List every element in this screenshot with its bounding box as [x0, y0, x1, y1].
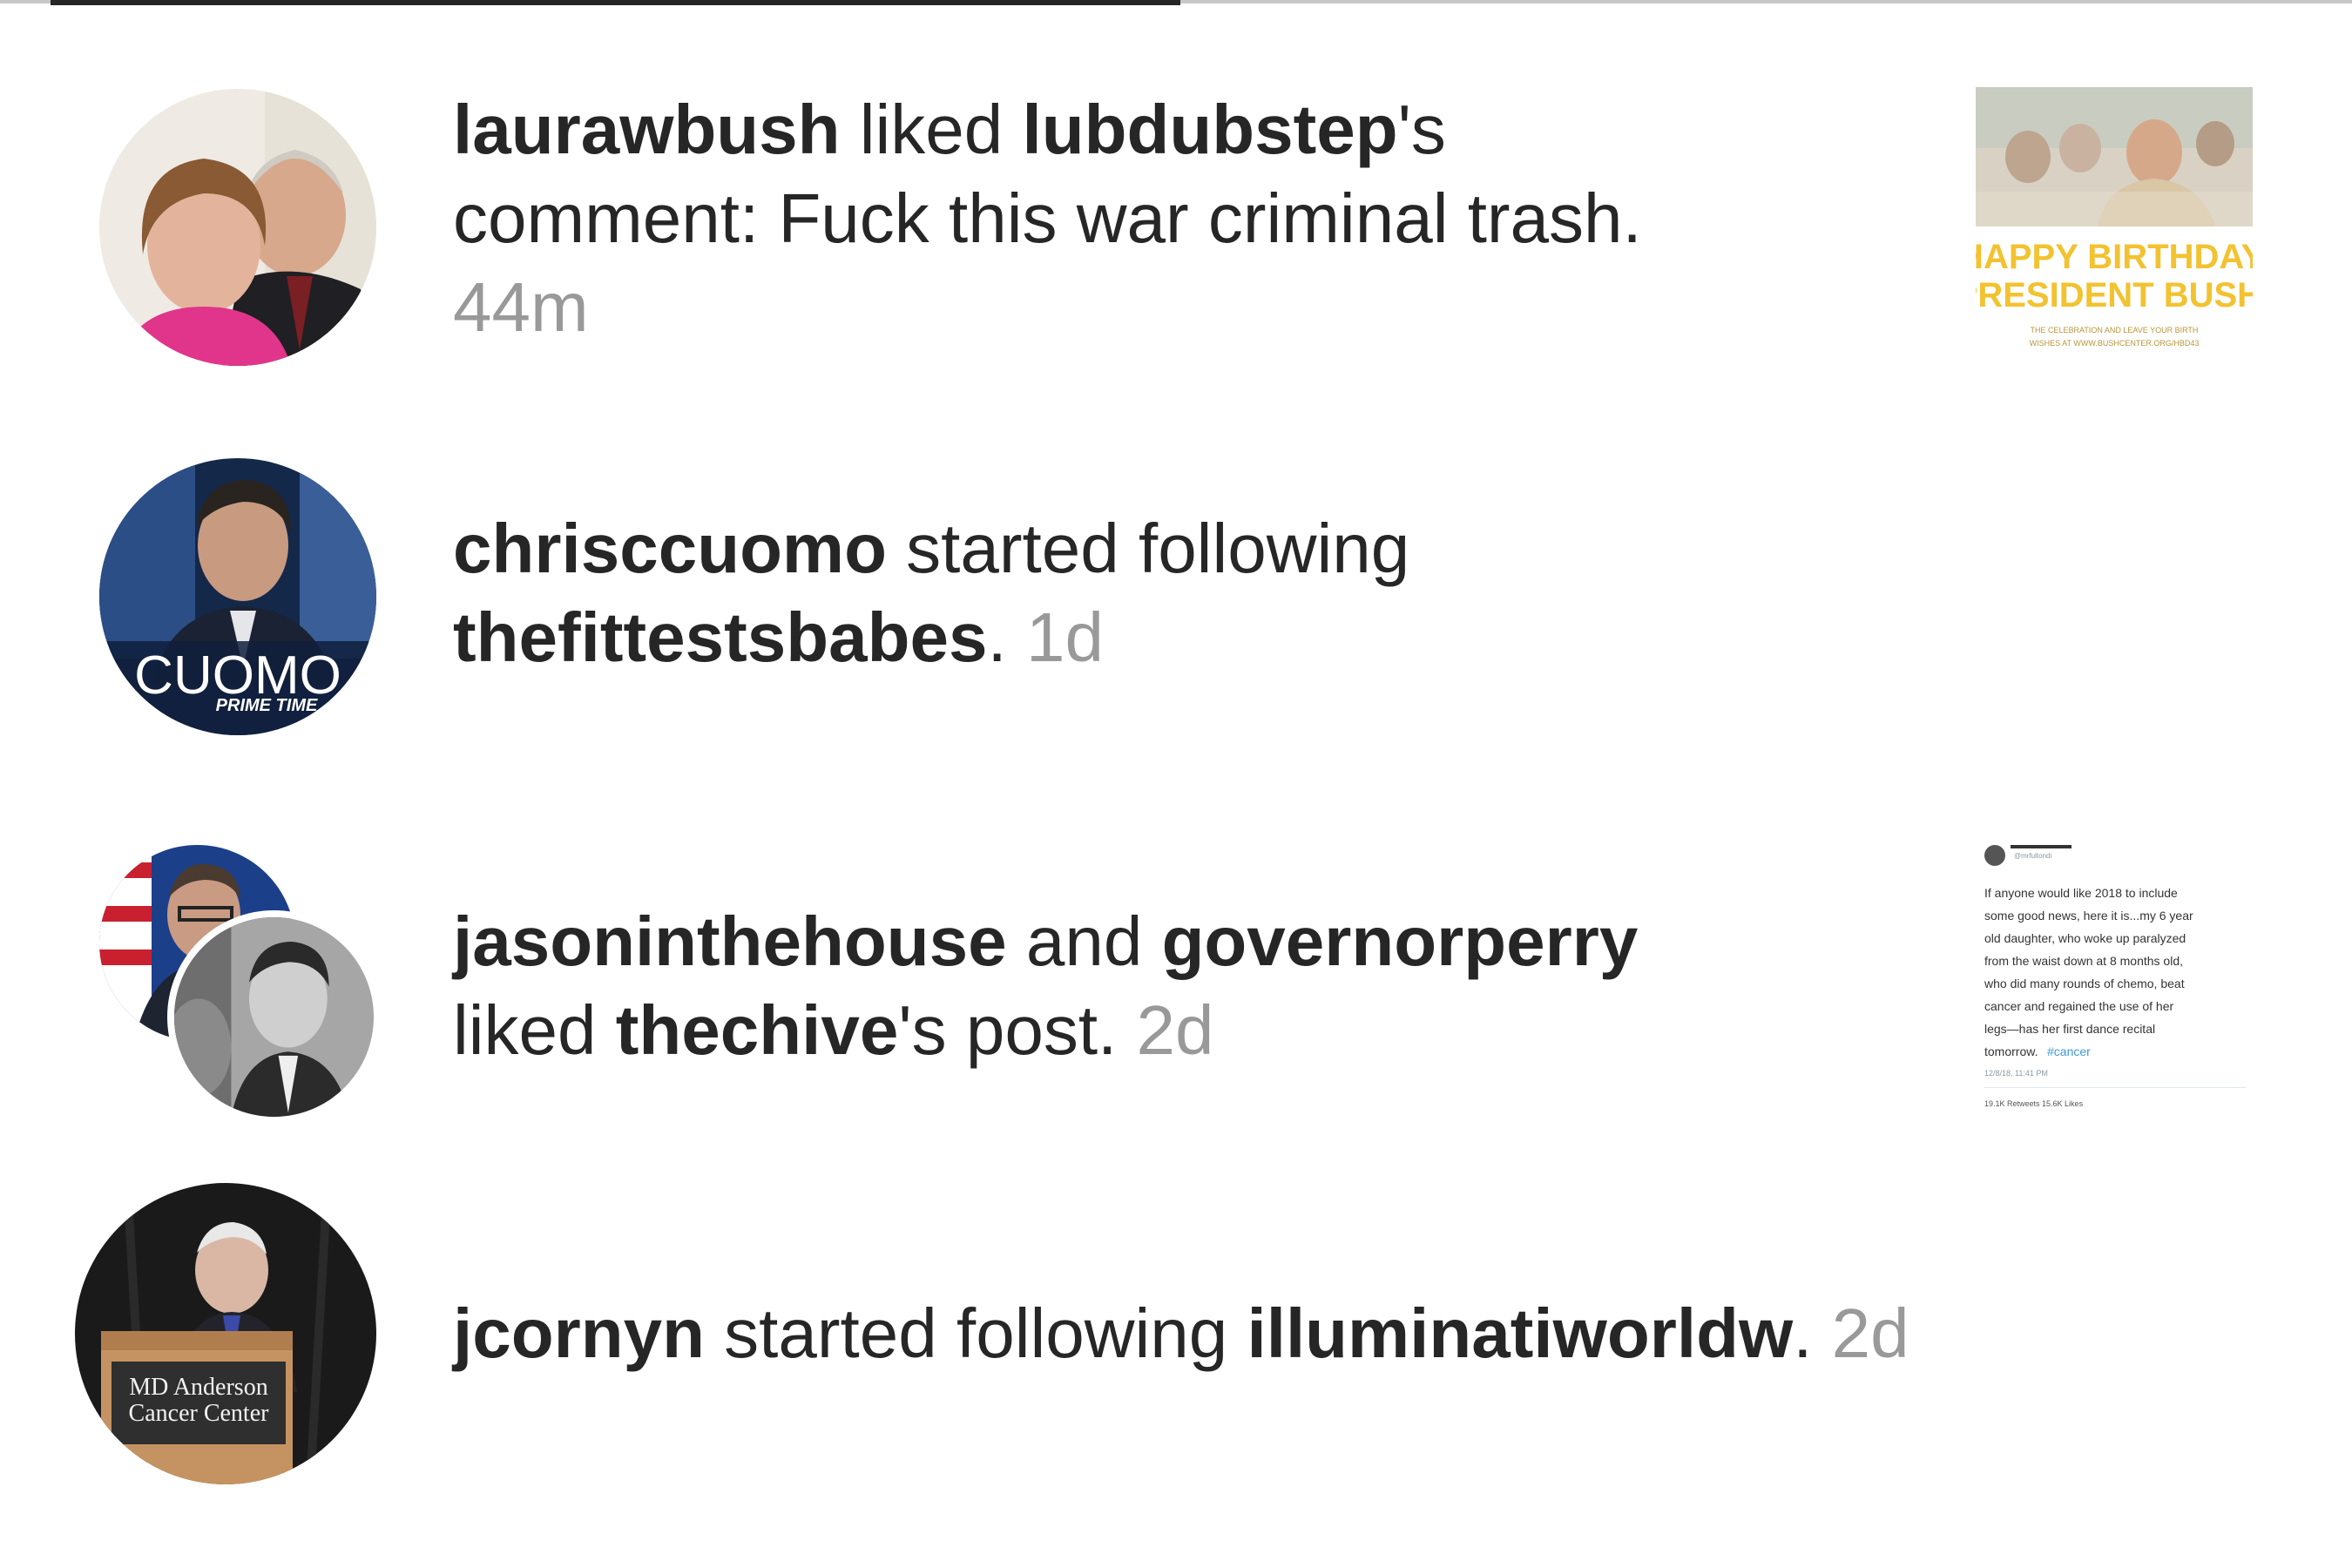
tweet-line: tomorrow.	[1984, 1044, 2038, 1058]
username-link[interactable]: governorperry	[1162, 902, 1639, 980]
notification-row-4[interactable]: MD Anderson Cancer Center jcornyn starte…	[0, 1167, 2352, 1568]
prime-time-text: PRIME TIME	[216, 696, 318, 715]
tweet-line: from the waist down at 8 months old,	[1984, 954, 2183, 968]
tweet-hashtag: #cancer	[2047, 1044, 2091, 1058]
tweet-line: legs—has her first dance recital	[1984, 1022, 2155, 1036]
username-link[interactable]: jcornyn	[453, 1294, 705, 1372]
username-link[interactable]: jasoninthehouse	[453, 902, 1007, 980]
timestamp: 44m	[453, 268, 589, 346]
post-thumbnail[interactable]: HAPPY BIRTHDAY, PRESIDENT BUSH! THE CELE…	[1976, 87, 2253, 364]
suffix-text: 's post.	[898, 991, 1118, 1069]
podium-text-1: MD Anderson	[129, 1374, 267, 1401]
thumb-small-2: WISHES AT WWW.BUSHCENTER.ORG/HBD43	[2030, 339, 2200, 348]
notification-text-3: jasoninthehouse and governorperry liked t…	[453, 897, 1760, 1075]
suffix-text: .	[987, 598, 1007, 676]
tweet-stats: 19.1K Retweets 15.6K Likes	[1984, 1099, 2084, 1108]
username-link[interactable]: thefittestsbabes	[453, 598, 987, 676]
username-link[interactable]: lubdubstep	[1023, 91, 1398, 168]
action-text: started following	[704, 1294, 1247, 1372]
notification-row-3[interactable]: jasoninthehouse and governorperry liked t…	[0, 801, 2352, 1167]
notification-row-1[interactable]: laurawbush liked lubdubstep's comment: F…	[0, 0, 2352, 418]
action-text: started following	[886, 510, 1410, 587]
action-text: liked	[840, 91, 1023, 168]
username-link[interactable]: chrisccuomo	[453, 510, 887, 587]
avatar-jcornyn[interactable]: MD Anderson Cancer Center	[75, 1183, 376, 1484]
thumb-headline-1: HAPPY BIRTHDAY,	[1976, 238, 2253, 276]
tweet-line: who did many rounds of chemo, beat	[1984, 977, 2185, 990]
avatar-chrisccuomo[interactable]: CUOMO PRIME TIME	[99, 458, 376, 735]
podium-text-2: Cancer Center	[129, 1400, 270, 1427]
avatar-photo: MD Anderson Cancer Center	[75, 1183, 376, 1484]
thumb-headline-2: PRESIDENT BUSH!	[1976, 276, 2253, 314]
notification-row-2[interactable]: CUOMO PRIME TIME chrisccuomo started fol…	[0, 418, 2352, 801]
avatar-jasoninthehouse[interactable]	[167, 910, 381, 1124]
tweet-line: If anyone would like 2018 to include	[1984, 886, 2178, 900]
tweet-line: cancer and regained the use of her	[1984, 999, 2173, 1013]
tweet-line: old daughter, who woke up paralyzed	[1984, 931, 2186, 945]
username-link[interactable]: illuminatiworldw	[1247, 1294, 1794, 1372]
timestamp: 1d	[1025, 598, 1104, 676]
username-link[interactable]: laurawbush	[453, 91, 841, 168]
tweet-date: 12/8/18, 11:41 PM	[1984, 1069, 2048, 1078]
username-link[interactable]: thechive	[616, 991, 899, 1069]
notification-text-1: laurawbush liked lubdubstep's comment: F…	[453, 85, 1655, 352]
tweet-line: some good news, here it is...my 6 year	[1984, 909, 2193, 923]
tweet-handle: @mrfultondi	[2014, 852, 2051, 860]
notification-text-4: jcornyn started following illuminatiworl…	[453, 1289, 2282, 1378]
timestamp: 2d	[1831, 1294, 1909, 1372]
suffix-text: .	[1793, 1294, 1813, 1372]
avatar-laurawbush[interactable]	[99, 89, 376, 366]
timestamp: 2d	[1136, 991, 1214, 1069]
avatar-photo	[174, 917, 374, 1117]
action-text: liked	[453, 991, 616, 1069]
avatar-photo: CUOMO PRIME TIME	[99, 458, 376, 735]
avatar-photo	[99, 89, 376, 366]
notification-text-2: chrisccuomo started following thefittest…	[453, 504, 1725, 682]
post-thumbnail[interactable]: @mrfultondi If anyone would like 2018 to…	[1976, 845, 2253, 1115]
conjunction-text: and	[1006, 902, 1162, 980]
thumb-small-1: THE CELEBRATION AND LEAVE YOUR BIRTH	[2031, 326, 2199, 335]
